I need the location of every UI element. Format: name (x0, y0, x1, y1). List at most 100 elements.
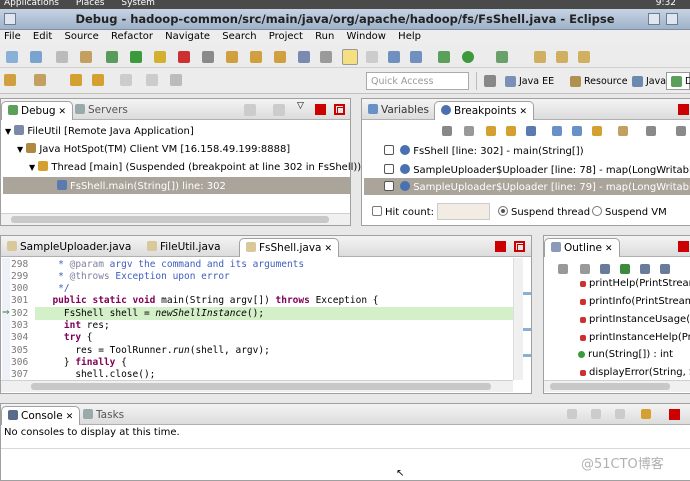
hide-fields-icon[interactable] (600, 264, 610, 274)
new-java-project-icon[interactable] (534, 51, 546, 63)
code-line[interactable]: */ (41, 283, 69, 294)
collapse-icon[interactable]: ▼ (5, 127, 11, 136)
skip-breakpoints-icon[interactable] (106, 51, 118, 63)
overview-marker[interactable] (523, 328, 531, 331)
minimize-icon[interactable] (648, 13, 660, 25)
outline-item[interactable]: printInstanceUsage(P (580, 314, 690, 325)
menu-search[interactable]: Search (218, 30, 261, 42)
remove-launches-icon[interactable] (244, 104, 256, 116)
step-into-icon[interactable] (226, 51, 238, 63)
terminate-icon[interactable] (178, 51, 190, 63)
pin-icon[interactable] (170, 74, 182, 86)
minimize-view-icon[interactable] (669, 409, 680, 420)
step-mode-icon[interactable] (273, 104, 285, 116)
overview-marker[interactable] (523, 292, 531, 295)
disconnect-icon[interactable] (202, 51, 214, 63)
menu-navigate[interactable]: Navigate (161, 30, 215, 42)
minimize-view-icon[interactable] (678, 104, 689, 115)
next-edit-icon[interactable] (146, 74, 158, 86)
save-icon[interactable] (30, 51, 42, 63)
prev-edit-icon[interactable] (120, 74, 132, 86)
close-icon[interactable]: ✕ (324, 244, 332, 254)
checkbox-checked-icon[interactable] (384, 164, 394, 174)
go-to-file-icon[interactable] (506, 126, 516, 136)
scroll-lock-icon[interactable] (591, 409, 601, 419)
breakpoint-item-selected[interactable]: SampleUploader$Uploader [line: 79] - map… (364, 178, 690, 195)
code-line[interactable]: * @throws Exception upon error (41, 271, 230, 282)
tab-console[interactable]: Console ✕ (1, 406, 81, 425)
menu-window[interactable]: Window (343, 30, 391, 42)
tab-sampleuploader[interactable]: SampleUploader.java (1, 238, 137, 257)
forward-icon[interactable] (92, 74, 104, 86)
use-step-filters-icon[interactable] (320, 51, 332, 63)
menu-refactor[interactable]: Refactor (107, 30, 158, 42)
breakpoint-item[interactable]: SampleUploader$Uploader [line: 78] - map… (384, 164, 690, 176)
hit-count-input[interactable] (437, 203, 490, 220)
perspective-java-ee[interactable]: Java EE (500, 72, 559, 90)
search-icon[interactable] (4, 74, 16, 86)
menu-edit[interactable]: Edit (29, 30, 57, 42)
tab-debug[interactable]: Debug ✕ (1, 101, 74, 120)
quick-access-input[interactable]: Quick Access (366, 72, 469, 90)
link-icon[interactable] (592, 126, 602, 136)
outline-item[interactable]: printInfo(PrintStream, (580, 296, 690, 307)
suspend-icon[interactable] (154, 51, 166, 63)
close-icon[interactable]: ✕ (59, 107, 67, 117)
code-line[interactable]: try { (41, 332, 93, 343)
code-line[interactable]: } finally { (41, 357, 127, 368)
step-over-icon[interactable] (250, 51, 262, 63)
close-icon[interactable]: ✕ (66, 412, 74, 422)
resume-icon[interactable] (130, 51, 142, 63)
menu-run[interactable]: Run (311, 30, 339, 42)
remove-breakpoint-icon[interactable] (442, 126, 452, 136)
outline-hscrollbar[interactable] (544, 380, 690, 392)
editor-vscrollbar[interactable] (513, 258, 523, 380)
remove-all-icon[interactable] (464, 126, 474, 136)
minimize-view-icon[interactable] (678, 241, 689, 252)
minimize-view-icon[interactable] (495, 241, 506, 252)
menu-applications[interactable]: Applications (4, 0, 59, 8)
tab-outline[interactable]: Outline ✕ (544, 238, 620, 257)
view-options-icon[interactable] (646, 126, 656, 136)
maximize-view-icon[interactable] (514, 241, 525, 252)
menu-file[interactable]: File (0, 30, 26, 42)
new-icon[interactable] (6, 51, 18, 63)
menu-system[interactable]: System (121, 0, 155, 8)
drop-to-frame-icon[interactable] (298, 51, 310, 63)
tree-item-thread[interactable]: ▼ Thread [main] (Suspended (breakpoint a… (29, 161, 361, 173)
maximize-view-icon[interactable] (334, 104, 345, 115)
tree-item-frame[interactable]: FsShell.main(String[]) line: 302 (3, 177, 350, 194)
checkbox-checked-icon[interactable] (384, 145, 394, 155)
outline-item[interactable]: printHelp(PrintStream (580, 278, 690, 289)
pin-console-icon[interactable] (615, 409, 625, 419)
overview-marker[interactable] (523, 354, 531, 357)
show-breakpoints-icon[interactable] (486, 126, 496, 136)
run-icon[interactable] (462, 51, 474, 63)
tab-breakpoints[interactable]: Breakpoints ✕ (434, 101, 535, 120)
checkbox-checked-icon[interactable] (384, 181, 394, 191)
perspective-debug[interactable]: D (666, 72, 690, 90)
perspective-java[interactable]: Java (627, 72, 671, 90)
collapse-icon[interactable]: ▼ (29, 163, 35, 172)
open-type-icon[interactable] (80, 51, 92, 63)
code-line-current[interactable]: FsShell shell = newShellInstance(); (41, 308, 264, 319)
annotation-icon[interactable] (34, 74, 46, 86)
hide-nonpublic-icon[interactable] (640, 264, 650, 274)
maximize-icon[interactable] (666, 13, 678, 25)
tab-fileutil[interactable]: FileUtil.java (141, 238, 227, 257)
open-console-icon[interactable] (641, 409, 651, 419)
code-line[interactable]: int res; (41, 320, 110, 331)
debug-scrollbar[interactable] (1, 213, 350, 225)
menu-project[interactable]: Project (265, 30, 308, 42)
back-icon[interactable] (70, 74, 82, 86)
hide-local-types-icon[interactable] (660, 264, 670, 274)
skip-all-icon[interactable] (526, 126, 536, 136)
collapse-all-icon[interactable] (572, 126, 582, 136)
debug-icon[interactable] (438, 51, 450, 63)
close-icon[interactable]: ✕ (605, 244, 613, 254)
step-filter-icon[interactable] (366, 51, 378, 63)
open-perspective-icon[interactable] (484, 75, 496, 87)
tree-item-launch[interactable]: ▼ FileUtil [Remote Java Application] (5, 125, 194, 137)
sort-icon[interactable] (580, 264, 590, 274)
minimize-view-icon[interactable] (315, 104, 326, 115)
